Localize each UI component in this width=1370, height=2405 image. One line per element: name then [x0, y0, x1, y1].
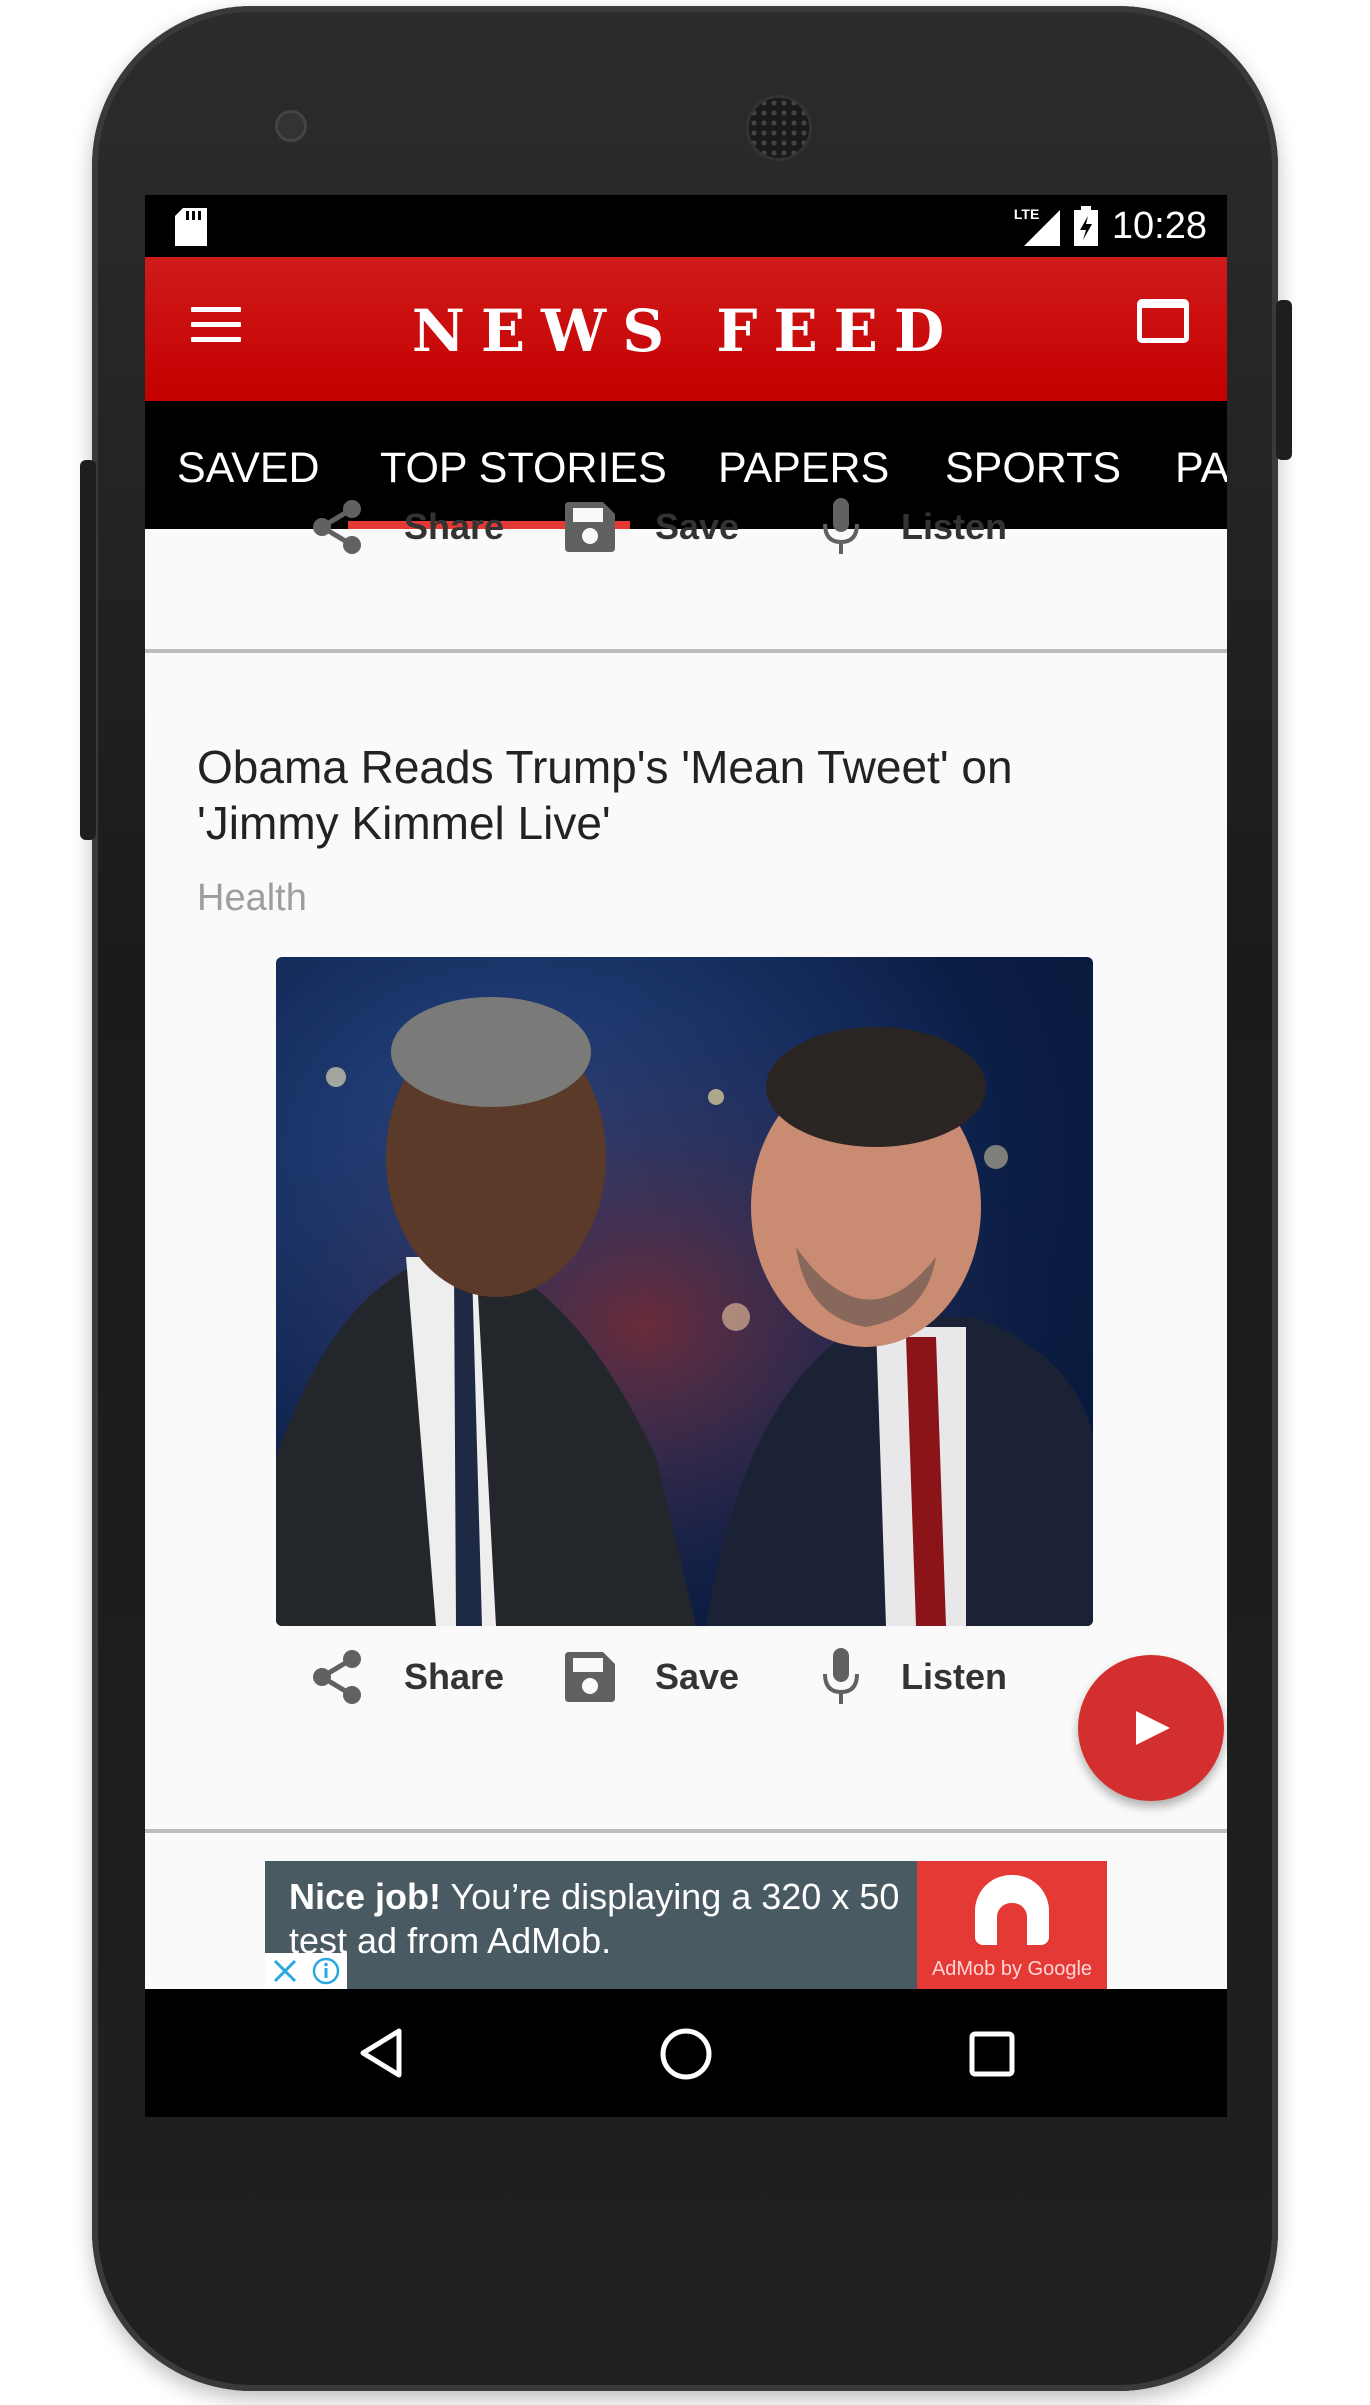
- fullscreen-icon[interactable]: [1137, 299, 1189, 343]
- article-image[interactable]: [276, 957, 1093, 1626]
- ad-choices[interactable]: [265, 1953, 347, 1989]
- status-bar: LTE 10:28: [145, 195, 1227, 257]
- app-screen: LTE 10:28 NEWS FEED SAVED TOP STORIES PA…: [145, 195, 1227, 2117]
- power-button: [1276, 300, 1292, 460]
- sensor: [1089, 116, 1105, 132]
- news-list[interactable]: Share Save Listen Obama Reads Trump's 'M…: [145, 498, 1227, 1989]
- save-label: Save: [655, 506, 740, 547]
- previous-card-actions: Share Save Listen: [145, 487, 1227, 567]
- clock: 10:28: [1111, 204, 1207, 247]
- sd-card-icon: [175, 208, 207, 246]
- admob-mark-icon: [975, 1875, 1049, 1945]
- navigation-bar: [145, 1989, 1227, 2117]
- battery-icon: [1073, 206, 1098, 246]
- save-button[interactable]: Save: [565, 487, 739, 567]
- sensor: [1055, 116, 1071, 132]
- speaker-grille: [746, 95, 812, 161]
- back-icon[interactable]: [357, 2027, 405, 2079]
- recents-icon[interactable]: [969, 2031, 1015, 2077]
- article-category: Health: [197, 877, 307, 919]
- volume-button: [80, 460, 96, 840]
- share-label: Share: [404, 506, 505, 547]
- admob-logo-text: AdMob by Google: [931, 1958, 1093, 1980]
- ad-bold-text: Nice job!: [289, 1876, 442, 1917]
- article-photo: [276, 957, 1093, 1626]
- floppy-disk-icon: [565, 1652, 615, 1702]
- ad-message: Nice job! You’re displaying a 320 x 50 t…: [289, 1875, 929, 1963]
- close-icon[interactable]: [272, 1958, 298, 1984]
- listen-button[interactable]: Listen: [821, 487, 1007, 567]
- admob-banner[interactable]: Nice job! You’re displaying a 320 x 50 t…: [265, 1861, 1107, 1989]
- share-label: Share: [404, 1656, 505, 1697]
- card-divider: [145, 1829, 1227, 1833]
- article-title[interactable]: Obama Reads Trump's 'Mean Tweet' on 'Jim…: [197, 739, 1097, 851]
- card-divider: [145, 649, 1227, 653]
- share-button[interactable]: Share: [310, 1637, 504, 1717]
- play-fab[interactable]: [1078, 1655, 1224, 1801]
- save-label: Save: [655, 1656, 740, 1697]
- listen-button[interactable]: Listen: [821, 1637, 1007, 1717]
- info-icon[interactable]: [312, 1957, 340, 1985]
- share-icon: [313, 500, 361, 554]
- app-title: NEWS FEED: [411, 297, 961, 365]
- floppy-disk-icon: [565, 502, 615, 552]
- front-camera: [275, 110, 307, 142]
- app-toolbar: NEWS FEED: [145, 257, 1227, 401]
- listen-label: Listen: [901, 506, 1008, 547]
- listen-label: Listen: [901, 1656, 1008, 1697]
- share-button[interactable]: Share: [310, 487, 504, 567]
- article-actions: Share Save Listen: [145, 1637, 1227, 1717]
- signal-icon: LTE: [1014, 206, 1060, 246]
- microphone-icon: [823, 1648, 859, 1704]
- share-icon: [313, 1650, 361, 1704]
- admob-logo: AdMob by Google: [917, 1861, 1107, 1989]
- save-button[interactable]: Save: [565, 1637, 739, 1717]
- home-icon[interactable]: [659, 2027, 713, 2081]
- microphone-icon: [823, 498, 859, 554]
